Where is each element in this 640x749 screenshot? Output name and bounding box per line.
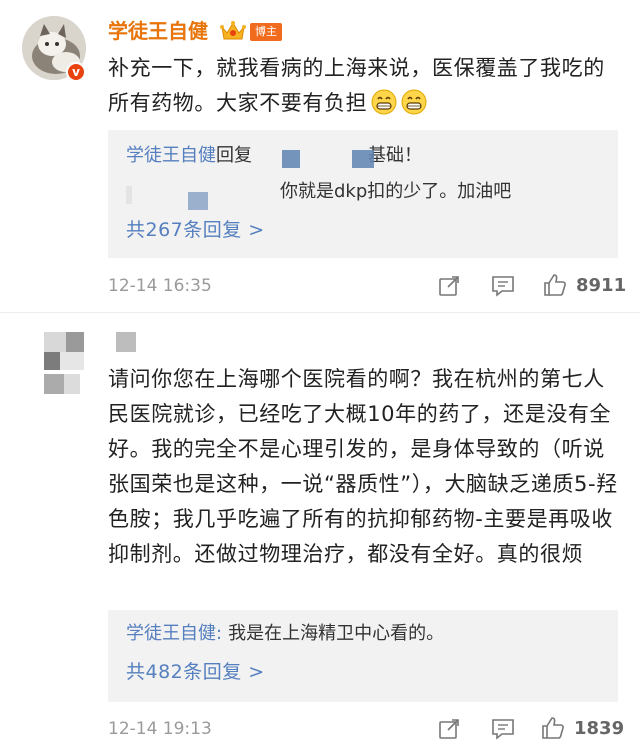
reply-text: 你就是dkp扣的少了。加油吧 [280, 181, 512, 202]
redacted-username [116, 332, 136, 352]
verified-badge-icon: v [66, 62, 86, 82]
comment-icon[interactable] [490, 273, 516, 299]
reply-box: 学徒王自健回复 基础！ 你就是dkp扣的少了。加油吧 共267条回复 > [108, 130, 618, 258]
reply-text: 我是在上海精卫中心看的。 [228, 623, 445, 644]
reply-username[interactable]: 学徒王自健: [126, 623, 222, 644]
comment-text: 补充一下，就我看病的上海来说，医保覆盖了我吃的所有药物。大家不要有负担 [108, 56, 605, 115]
redacted-block [126, 186, 132, 204]
like-icon[interactable] [542, 272, 568, 298]
blogger-tag: 博主 [250, 23, 282, 41]
comment-card: v 学徒王自健 博主 补充一下，就我看病的上海来说，医保覆盖了我吃的所有药物。大… [0, 0, 640, 316]
comment-body: 请问你您在上海哪个医院看的啊？我在杭州的第七人民医院就诊，已经吃了大概10年的药… [108, 367, 618, 566]
comment-timestamp: 12-14 16:35 [108, 276, 212, 296]
grin-emoji-icon [401, 89, 427, 115]
reply-item[interactable]: 你就是dkp扣的少了。加油吧 [280, 178, 511, 206]
redacted-block [188, 192, 208, 210]
share-icon[interactable] [436, 273, 462, 299]
redacted-block [282, 150, 300, 168]
comment-timestamp: 12-14 19:13 [108, 719, 212, 739]
like-count: 8911 [576, 275, 627, 296]
comment-body: 补充一下，就我看病的上海来说，医保覆盖了我吃的所有药物。大家不要有负担 [108, 51, 618, 121]
crown-icon [220, 21, 246, 40]
reply-item[interactable]: 学徒王自健回复 基础！ [126, 142, 422, 170]
like-count: 1839 [574, 718, 625, 739]
comment-username[interactable]: 学徒王自健 [108, 16, 208, 46]
more-replies-link[interactable]: 共267条回复 > [126, 216, 265, 244]
grin-emoji-icon [371, 89, 397, 115]
more-replies-link[interactable]: 共482条回复 > [126, 658, 265, 686]
share-icon[interactable] [436, 716, 462, 742]
reply-item[interactable]: 学徒王自健: 我是在上海精卫中心看的。 [126, 620, 444, 648]
reply-text: 基础！ [368, 145, 422, 166]
comment-icon[interactable] [490, 716, 516, 742]
avatar[interactable] [44, 330, 100, 400]
redacted-block [352, 150, 374, 168]
reply-username[interactable]: 学徒王自健 [126, 145, 216, 166]
reply-prefix: 回复 [216, 145, 252, 166]
divider [0, 312, 640, 313]
reply-box: 学徒王自健: 我是在上海精卫中心看的。 共482条回复 > [108, 610, 618, 702]
like-icon[interactable] [540, 715, 566, 741]
